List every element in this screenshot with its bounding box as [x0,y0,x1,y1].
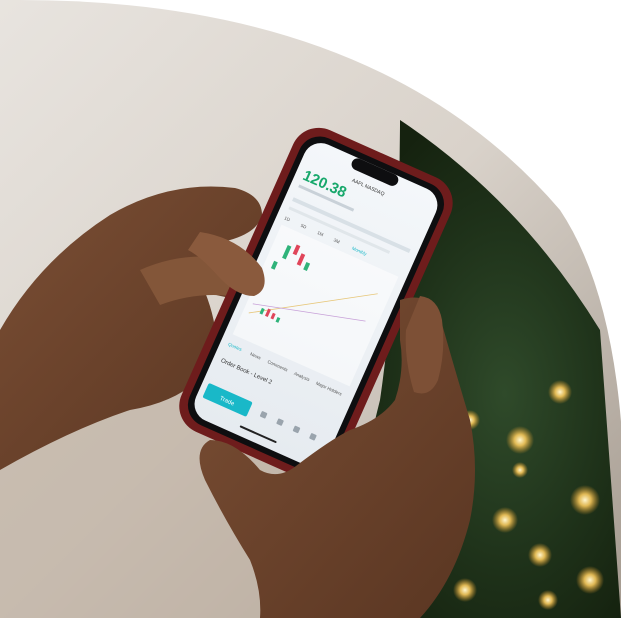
photo-scene: AAPL NASDAQ 120.38 1D 5D 1M 3M Monthly Q… [0,0,621,618]
photo-frame: AAPL NASDAQ 120.38 1D 5D 1M 3M Monthly Q… [0,0,621,618]
photo-content: AAPL NASDAQ 120.38 1D 5D 1M 3M Monthly Q… [0,0,621,618]
